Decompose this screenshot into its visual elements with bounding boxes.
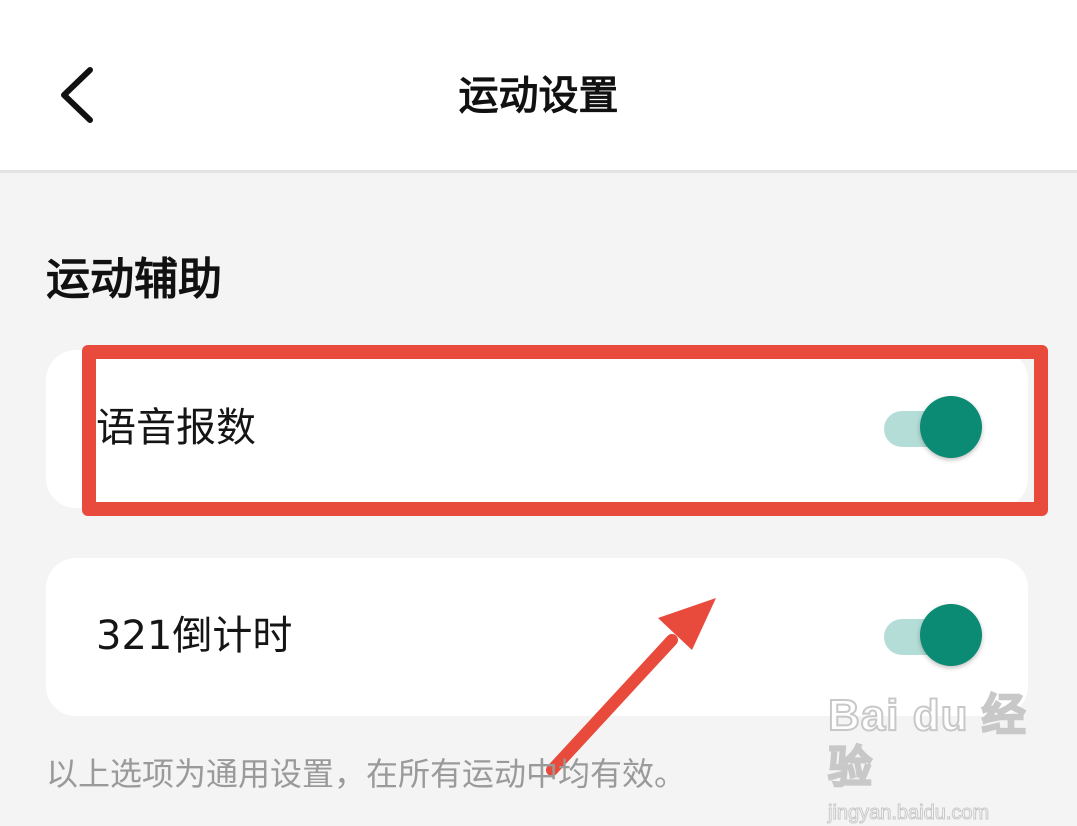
settings-footnote: 以上选项为通用设置，在所有运动中均有效。 [46,755,687,793]
toggle-knob [920,396,982,458]
voice-count-label: 语音报数 [96,405,256,451]
voice-count-toggle[interactable] [884,396,982,460]
toggle-knob [920,604,982,666]
page-title: 运动设置 [458,73,619,119]
countdown-toggle[interactable] [884,604,982,668]
section-title: 运动辅助 [46,254,222,305]
watermark-url: jingyan.baidu.com [828,802,990,825]
top-bar: 运动设置 [0,0,1077,173]
voice-count-row: 语音报数 [46,350,1028,508]
countdown-label: 321倒计时 [96,613,293,659]
countdown-row: 321倒计时 [46,558,1028,716]
